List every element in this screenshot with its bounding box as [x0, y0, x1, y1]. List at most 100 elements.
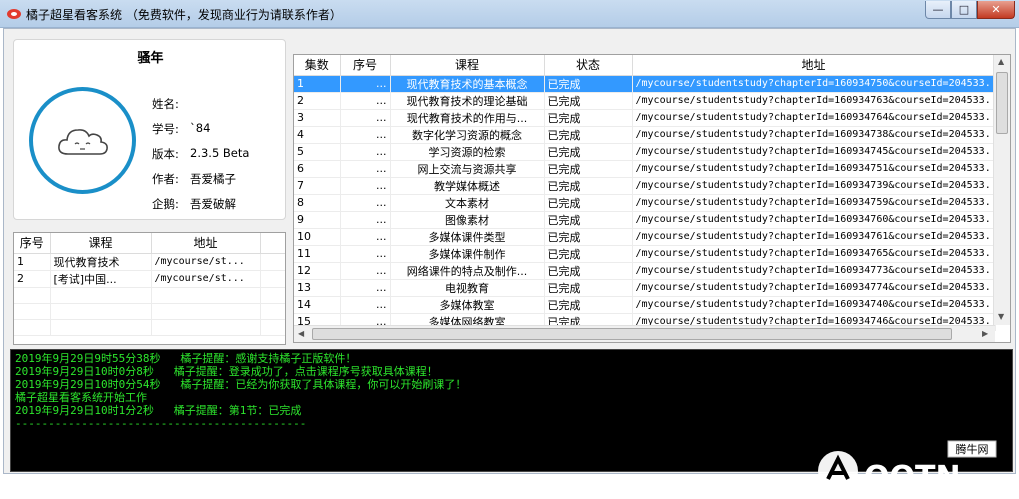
table-row[interactable]: 10... 多媒体课件类型 已完成/mycourse/studentstudy?ch…: [294, 228, 996, 246]
table-cell: /mycourse/studentstudy?chapterId=1609347…: [632, 160, 996, 178]
table-cell: ...: [340, 211, 391, 229]
table-cell: 14: [294, 296, 341, 314]
table-cell: 已完成: [544, 177, 633, 195]
chapter-horizontal-scrollbar[interactable]: ◀ ▶: [294, 325, 995, 342]
table-row[interactable]: 8... 文本素材 已完成/mycourse/studentstudy?chapte…: [294, 194, 996, 212]
profile-field-label: 姓名:: [152, 97, 179, 111]
table-row[interactable]: 3... 现代教育技术的作用与... 已完成/mycourse/studentstu…: [294, 109, 996, 127]
table-cell: /mycourse/studentstudy?chapterId=1609347…: [632, 143, 996, 161]
table-cell: [151, 287, 261, 304]
column-header[interactable]: 状态: [544, 55, 633, 76]
table-cell: [50, 287, 152, 304]
table-cell: /mycourse/studentstudy?chapterId=1609347…: [632, 75, 996, 93]
minimize-button[interactable]: —: [925, 1, 951, 19]
horizontal-scroll-thumb[interactable]: [312, 328, 952, 340]
table-cell: 学习资源的检索: [390, 143, 545, 161]
column-header[interactable]: 课程: [50, 233, 152, 254]
table-cell: /mycourse/studentstudy?chapterId=1609347…: [632, 211, 996, 229]
table-row[interactable]: 1 现代教育技术/mycourse/st...: [14, 253, 285, 271]
table-cell: 4: [294, 126, 341, 144]
log-line: 2019年9月29日10时0分8秒 橘子提醒：登录成功了，点击课程序号获取具体课…: [15, 365, 438, 378]
column-header-spacer: [260, 233, 285, 254]
table-cell: ...: [340, 296, 391, 314]
close-button[interactable]: ✕: [977, 1, 1015, 19]
table-row[interactable]: 9... 图像素材 已完成/mycourse/studentstudy?chapte…: [294, 211, 996, 229]
maximize-button[interactable]: □: [951, 1, 977, 19]
table-cell: ...: [340, 160, 391, 178]
table-cell: 13: [294, 279, 341, 297]
column-header[interactable]: 课程: [390, 55, 545, 76]
table-row[interactable]: 1... 现代教育技术的基本概念 已完成/mycourse/studentstudy…: [294, 75, 996, 93]
table-cell: 多媒体课件类型: [390, 228, 545, 246]
table-cell: ...: [340, 177, 391, 195]
cloud-icon: [57, 128, 108, 155]
table-cell: ...: [340, 126, 391, 144]
table-cell: /mycourse/studentstudy?chapterId=1609347…: [632, 92, 996, 110]
column-header[interactable]: 集数: [294, 55, 341, 76]
table-cell: 已完成: [544, 211, 633, 229]
table-cell: 6: [294, 160, 341, 178]
table-cell: 已完成: [544, 92, 633, 110]
table-row[interactable]: 11... 多媒体课件制作 已完成/mycourse/studentstudy?ch…: [294, 245, 996, 263]
scroll-right-icon[interactable]: ▶: [982, 329, 988, 338]
qqtn-watermark-logo: 腾牛网 QQTN .com: [818, 440, 997, 495]
table-row[interactable]: 4... 数字化学习资源的概念 已完成/mycourse/studentstudy?…: [294, 126, 996, 144]
table-row[interactable]: 7... 教学媒体概述 已完成/mycourse/studentstudy?chap…: [294, 177, 996, 195]
table-row[interactable]: 2 [考试]中国.../mycourse/st...: [14, 270, 285, 288]
column-header[interactable]: 序号: [340, 55, 391, 76]
chapter-table: 集数 序号 课程 状态 地址 1... 现代教育技术的基本概念 已完成/mycourse/s…: [293, 54, 1011, 343]
table-cell: 数字化学习资源的概念: [390, 126, 545, 144]
table-cell: /mycourse/studentstudy?chapterId=1609347…: [632, 245, 996, 263]
table-cell: [260, 287, 285, 304]
table-cell: ...: [340, 92, 391, 110]
table-cell: 已完成: [544, 296, 633, 314]
svg-text:腾牛网: 腾牛网: [956, 442, 989, 456]
profile-heading: 骚年: [137, 51, 164, 66]
table-cell: /mycourse/st...: [151, 270, 261, 288]
table-cell: [考试]中国...: [50, 270, 152, 288]
table-cell: ...: [340, 228, 391, 246]
chapter-vertical-scrollbar[interactable]: ▲ ▼: [993, 55, 1010, 325]
table-cell: [260, 303, 285, 320]
table-cell: 教学媒体概述: [390, 177, 545, 195]
svg-text:.com: .com: [957, 472, 996, 491]
profile-field-label: 作者:: [152, 172, 179, 186]
scroll-down-icon[interactable]: ▼: [998, 312, 1004, 321]
scroll-left-icon[interactable]: ◀: [298, 329, 304, 338]
table-row[interactable]: 2... 现代教育技术的理论基础 已完成/mycourse/studentstudy…: [294, 92, 996, 110]
table-cell: /mycourse/studentstudy?chapterId=1609347…: [632, 194, 996, 212]
table-cell: ...: [340, 279, 391, 297]
table-cell: 10: [294, 228, 341, 246]
log-line: 橘子超星看客系统开始工作: [15, 391, 147, 404]
table-row[interactable]: 12... 网络课件的特点及制作... 已完成/mycourse/studentst…: [294, 262, 996, 280]
table-cell: ...: [340, 143, 391, 161]
vertical-scroll-thumb[interactable]: [996, 72, 1008, 134]
column-header[interactable]: 地址: [632, 55, 996, 76]
table-row[interactable]: 6... 网上交流与资源共享 已完成/mycourse/studentstudy?c…: [294, 160, 996, 178]
profile-field-label: 学号:: [152, 122, 179, 136]
table-cell: 已完成: [544, 126, 633, 144]
table-cell: 已完成: [544, 228, 633, 246]
table-cell: 11: [294, 245, 341, 263]
table-row[interactable]: 5... 学习资源的检索 已完成/mycourse/studentstudy?cha…: [294, 143, 996, 161]
table-cell: /mycourse/st...: [151, 253, 261, 271]
table-row[interactable]: 13... 电视教育 已完成/mycourse/studentstudy?chapt…: [294, 279, 996, 297]
table-cell: [14, 287, 51, 304]
column-header[interactable]: 序号: [14, 233, 51, 254]
course-list: 序号 课程 地址 1 现代教育技术/mycourse/st... 2 [考试]中国... /…: [13, 232, 286, 345]
profile-field-label: 企鹅:: [152, 197, 179, 211]
column-header[interactable]: 地址: [151, 233, 261, 254]
table-cell: [151, 303, 261, 320]
log-line: 2019年9月29日10时1分2秒 橘子提醒：第1节：已完成: [15, 404, 302, 417]
title-bar: 橘子超星看客系统 （免费软件，发现商业行为请联系作者） — □ ✕: [0, 0, 1019, 28]
profile-field-value: `84: [190, 121, 211, 135]
table-cell: 2: [14, 270, 51, 288]
scroll-up-icon[interactable]: ▲: [998, 57, 1004, 66]
window-title: 橘子超星看客系统 （免费软件，发现商业行为请联系作者）: [26, 8, 342, 22]
log-line: 2019年9月29日9时55分38秒 橘子提醒：感谢支持橘子正版软件！: [15, 352, 357, 365]
table-cell: 9: [294, 211, 341, 229]
table-cell: 现代教育技术: [50, 253, 152, 271]
table-row[interactable]: 14... 多媒体教室 已完成/mycourse/studentstudy?chap…: [294, 296, 996, 314]
table-cell: 已完成: [544, 245, 633, 263]
table-cell: 已完成: [544, 143, 633, 161]
